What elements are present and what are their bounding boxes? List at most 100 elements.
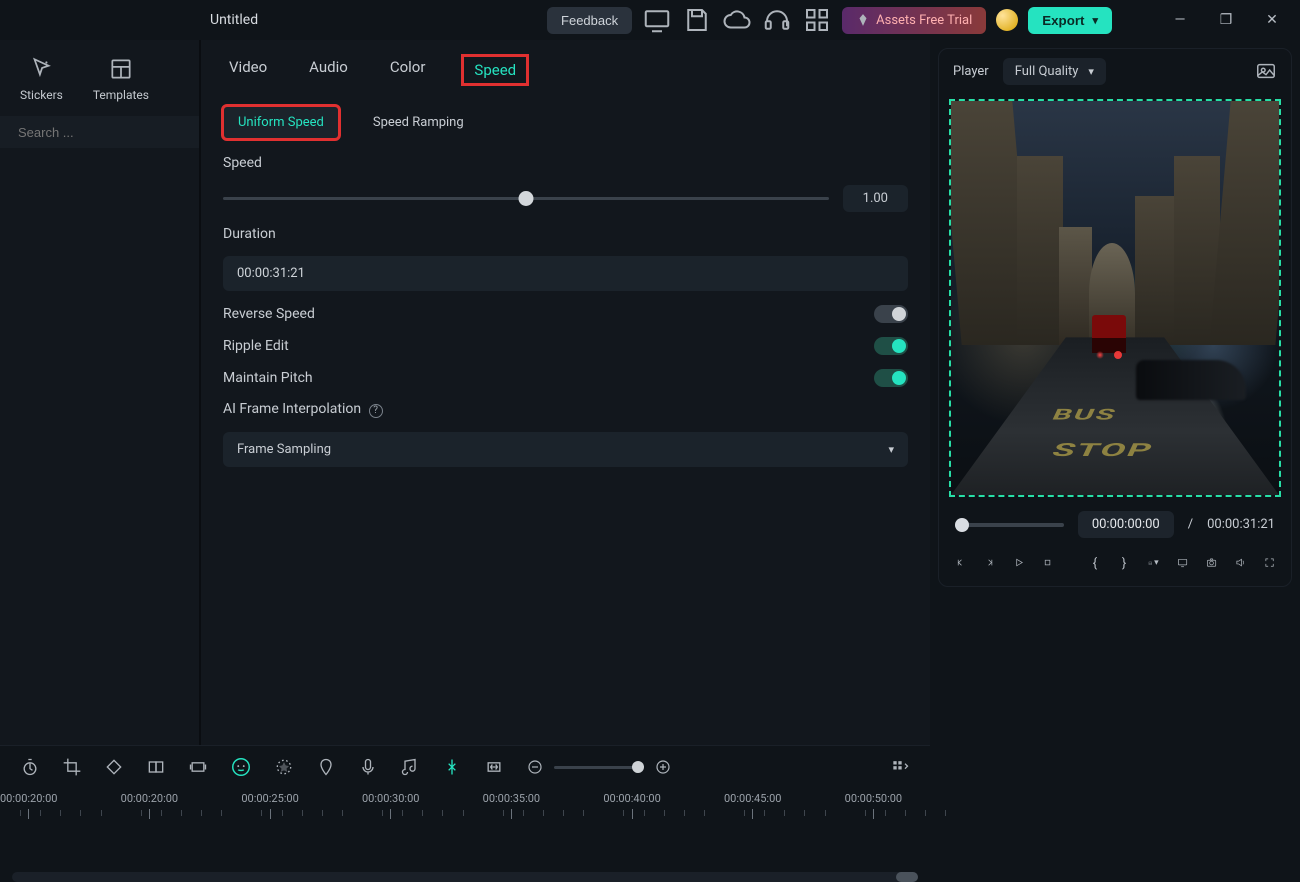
close-button[interactable]: ✕ — [1254, 12, 1290, 28]
fit-icon[interactable] — [484, 757, 504, 777]
tab-video[interactable]: Video — [223, 54, 273, 86]
subtab-uniform-speed[interactable]: Uniform Speed — [221, 104, 341, 141]
reverse-label: Reverse Speed — [223, 306, 315, 322]
play-button[interactable] — [1013, 552, 1024, 574]
tab-audio[interactable]: Audio — [303, 54, 354, 86]
road-text-stop: STOP — [1048, 440, 1158, 461]
timeline-scrollbar[interactable] — [12, 872, 918, 882]
ripple-toggle[interactable] — [874, 337, 908, 355]
chevron-down-icon: ▾ — [1088, 65, 1094, 78]
save-icon[interactable] — [682, 5, 712, 35]
timeline-panel: 00:00:20:00 00:00:20:00 00:00:25:00 00:00:3… — [0, 745, 930, 882]
cloud-icon[interactable] — [722, 5, 752, 35]
cut-icon[interactable] — [442, 757, 462, 777]
profile-badge[interactable] — [996, 9, 1018, 31]
stopwatch-icon[interactable] — [20, 757, 40, 777]
templates-label: Templates — [93, 88, 149, 102]
camera-icon[interactable] — [1206, 552, 1217, 574]
ruler-tick: 00:00:20:00 — [0, 792, 57, 819]
chevron-down-icon: ▾ — [1092, 14, 1098, 27]
clip-icon[interactable] — [188, 757, 208, 777]
brace-left-icon[interactable]: { — [1089, 552, 1100, 574]
duration-label: Duration — [223, 226, 908, 242]
ai-interp-value: Frame Sampling — [237, 442, 331, 457]
next-frame-button[interactable] — [984, 552, 995, 574]
scrubber-track[interactable] — [955, 523, 1064, 527]
crop-icon[interactable] — [62, 757, 82, 777]
subtab-speed-ramping[interactable]: Speed Ramping — [359, 107, 478, 138]
display-icon[interactable] — [1177, 552, 1188, 574]
tab-color[interactable]: Color — [384, 54, 432, 86]
duration-input[interactable]: 00:00:31:21 — [223, 256, 908, 291]
snapshot-image-icon[interactable] — [1255, 60, 1277, 82]
export-label: Export — [1042, 13, 1084, 28]
reverse-toggle[interactable] — [874, 305, 908, 323]
search-input[interactable] — [18, 125, 194, 140]
track-grid-icon[interactable] — [890, 757, 910, 777]
ruler-tick: 00:00:40:00 — [603, 792, 660, 819]
inspector-panel: Video Audio Color Speed Uniform Speed Sp… — [200, 40, 930, 745]
sidebar-tab-templates[interactable]: Templates — [93, 56, 149, 102]
scrubber-thumb[interactable] — [955, 518, 969, 532]
road-text-bus: BUS — [1049, 406, 1121, 424]
maximize-button[interactable]: ❐ — [1208, 12, 1244, 28]
keyframe-icon[interactable] — [104, 757, 124, 777]
diamond-icon — [856, 13, 870, 27]
chevron-down-icon: ▾ — [888, 443, 894, 456]
mask-icon[interactable] — [146, 757, 166, 777]
speed-label: Speed — [223, 155, 908, 171]
minimize-button[interactable]: — — [1162, 12, 1198, 28]
feedback-button[interactable]: Feedback — [547, 7, 632, 34]
mic-icon[interactable] — [358, 757, 378, 777]
layout-icon — [108, 56, 134, 82]
ruler-tick: 00:00:45:00 — [724, 792, 781, 819]
preview-panel: Player Full Quality ▾ BUS STOP — [938, 48, 1292, 587]
ruler-tick: 00:00:50:00 — [845, 792, 902, 819]
time-separator: / — [1188, 517, 1193, 532]
title-bar: Untitled Feedback Assets Free Trial Expo… — [0, 0, 1300, 40]
ai-face-icon[interactable] — [230, 756, 252, 778]
quality-value: Full Quality — [1015, 64, 1079, 79]
assets-trial-label: Assets Free Trial — [876, 13, 972, 28]
search-row: ••• — [0, 116, 199, 148]
stickers-label: Stickers — [20, 88, 63, 102]
zoom-in-icon[interactable] — [654, 758, 672, 776]
ruler-tick: 00:00:25:00 — [241, 792, 298, 819]
video-viewport[interactable]: BUS STOP — [949, 99, 1281, 497]
timeline-ruler[interactable]: 00:00:20:00 00:00:20:00 00:00:25:00 00:00:3… — [0, 792, 930, 832]
info-icon[interactable]: ? — [369, 404, 383, 418]
ripple-label: Ripple Edit — [223, 338, 289, 354]
ratio-icon[interactable]: ▾ — [1148, 552, 1159, 574]
ai-interp-label: AI Frame Interpolation ? — [223, 401, 908, 418]
marker-icon[interactable] — [316, 757, 336, 777]
ruler-tick: 00:00:20:00 — [121, 792, 178, 819]
ruler-tick: 00:00:35:00 — [483, 792, 540, 819]
music-icon[interactable] — [400, 757, 420, 777]
fullscreen-icon[interactable] — [1264, 552, 1275, 574]
assets-trial-button[interactable]: Assets Free Trial — [842, 7, 986, 34]
left-sidebar: Stickers Templates ••• — [0, 40, 200, 745]
volume-icon[interactable] — [1235, 552, 1246, 574]
prev-frame-button[interactable] — [955, 552, 966, 574]
export-button[interactable]: Export ▾ — [1028, 7, 1112, 34]
zoom-out-icon[interactable] — [526, 758, 544, 776]
quality-select[interactable]: Full Quality ▾ — [1003, 58, 1106, 85]
player-label: Player — [953, 64, 989, 79]
ai-interp-select[interactable]: Frame Sampling ▾ — [223, 432, 908, 467]
project-title: Untitled — [210, 12, 258, 28]
cursor-icon — [28, 56, 54, 82]
stop-button[interactable] — [1042, 552, 1053, 574]
grid-icon[interactable] — [802, 5, 832, 35]
sidebar-tab-stickers[interactable]: Stickers — [20, 56, 63, 102]
zoom-slider[interactable] — [554, 766, 644, 769]
tab-speed[interactable]: Speed — [461, 54, 529, 86]
total-time: 00:00:31:21 — [1207, 517, 1275, 532]
headset-icon[interactable] — [762, 5, 792, 35]
speed-value[interactable]: 1.00 — [843, 185, 908, 212]
screen-icon[interactable] — [642, 5, 672, 35]
brace-right-icon[interactable]: } — [1118, 552, 1129, 574]
effects-icon[interactable] — [274, 757, 294, 777]
pitch-toggle[interactable] — [874, 369, 908, 387]
pitch-label: Maintain Pitch — [223, 370, 313, 386]
speed-slider[interactable] — [223, 197, 829, 200]
